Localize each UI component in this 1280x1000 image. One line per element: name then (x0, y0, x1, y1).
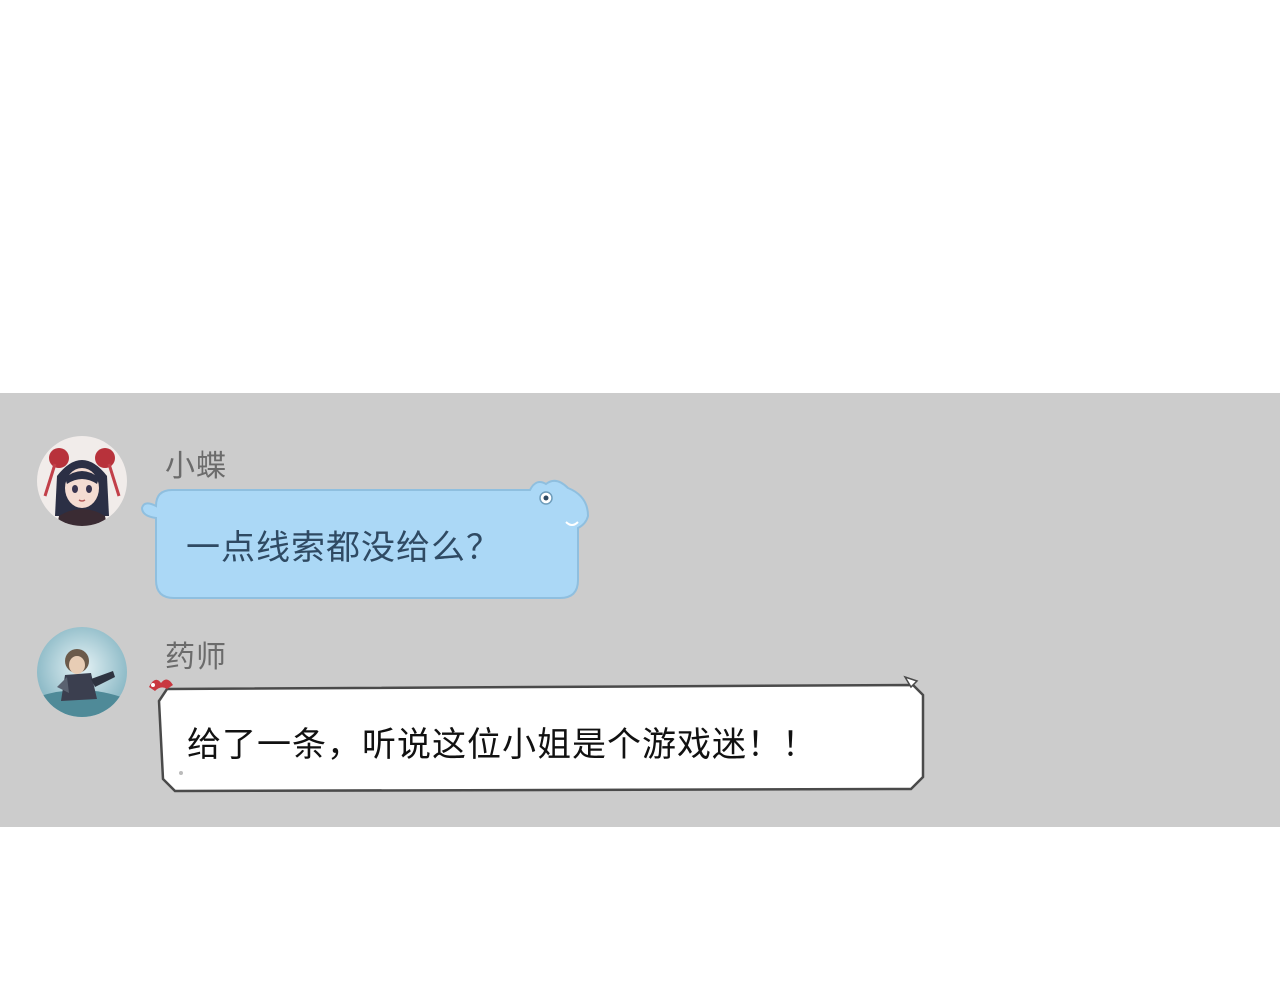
message-text: 一点线索都没给么？ (186, 528, 501, 568)
message-bubble[interactable]: 给了一条，听说这位小姐是个游戏迷！！ (145, 673, 935, 798)
girl-avatar-icon (37, 436, 127, 526)
chat-panel: 小蝶 一点线索都没给么？ 药师 给了一条，听说这位小姐是个游戏迷！！ (0, 393, 1280, 827)
character-avatar-icon (37, 627, 127, 717)
avatar[interactable] (37, 436, 127, 526)
sender-name: 药师 (165, 640, 227, 675)
message-bubble[interactable]: 一点线索都没给么？ (138, 476, 598, 601)
avatar[interactable] (37, 627, 127, 717)
message-text: 给了一条，听说这位小姐是个游戏迷！！ (187, 725, 817, 765)
